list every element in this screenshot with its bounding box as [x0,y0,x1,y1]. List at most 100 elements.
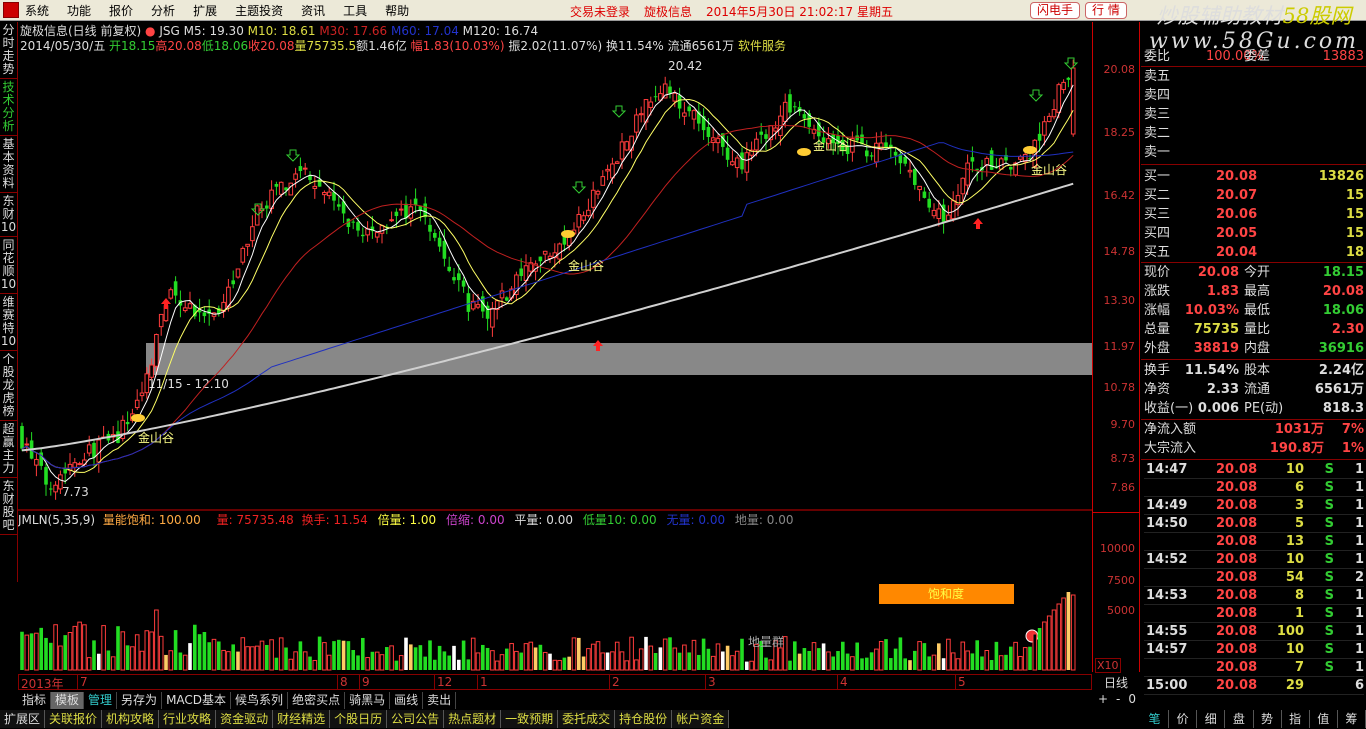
menu-item[interactable]: 功能 [67,2,91,19]
login-status[interactable]: 交易未登录 [570,3,630,20]
flow-value: 1031万 [1274,422,1324,437]
zoom-button[interactable]: - [1116,692,1120,706]
extension-tab[interactable]: 一致预期 [501,710,559,728]
extension-tab[interactable]: 扩展区 [0,710,46,728]
volume-bar [638,648,644,671]
volume-bar [586,648,591,671]
extension-tab[interactable]: 行业攻略 [159,710,217,728]
extension-tab[interactable]: 持仓股份 [615,710,673,728]
flash-trade-button[interactable]: 闪电手 [1030,2,1081,19]
zoom-button[interactable]: + [1098,692,1108,706]
side-tab[interactable]: 同花顺10 [0,237,17,294]
menu-item[interactable]: 系统 [25,2,49,19]
side-tab[interactable]: 分时走势 [0,22,17,79]
toolbar-button[interactable]: 绝密买点 [288,692,346,709]
extension-tab[interactable]: 机构攻略 [102,710,160,728]
volume-bar [745,661,749,670]
volume-bar [1022,647,1028,671]
detail-tab[interactable]: 筹 [1338,710,1366,728]
tick-volume: 13 [1285,534,1304,549]
side-tab[interactable]: 基本资料 [0,136,17,193]
tick-count: 2 [1354,570,1364,585]
toolbar-button[interactable]: 模板 [51,692,85,709]
volume-bar [653,653,658,670]
tick-count: 1 [1354,480,1364,495]
month-label: 2 [609,675,620,689]
zoom-button[interactable]: 0 [1128,692,1136,706]
price-band [146,343,1092,375]
extension-tab[interactable]: 热点题材 [444,710,502,728]
menu-item[interactable]: 资讯 [301,2,325,19]
detail-tab[interactable]: 盘 [1225,710,1254,728]
candle-body [288,182,294,196]
volume-bar [538,644,543,670]
side-tab[interactable]: 东财股吧 [0,478,17,535]
toolbar-button[interactable]: 指标 [18,692,52,709]
gold-valley-icon [1023,146,1037,154]
candle-body [927,198,931,208]
kline-chart[interactable]: 11/15 - 12.10 20.42 7.73 金山谷 金山谷 金山谷 金山谷… [18,20,1092,672]
volume-bar [1070,594,1076,671]
side-tab[interactable]: 东财10 [0,193,17,237]
volume-bar [389,645,394,671]
side-tab[interactable]: 超赢主力 [0,421,17,478]
menu-item[interactable]: 分析 [151,2,175,19]
extension-tab[interactable]: 财经精选 [273,710,331,728]
toolbar-button[interactable]: 骑黑马 [345,692,391,709]
menu-item[interactable]: 报价 [109,2,133,19]
extension-tab[interactable]: 个股日历 [330,710,388,728]
tick-row: 14:52 20.08 10 S 1 [1144,551,1364,569]
bid-price: 20.06 [1216,207,1258,222]
bid-row: 买五 20.04 18 [1144,244,1364,262]
extension-tab[interactable]: 资金驱动 [216,710,274,728]
fin-label: 换手 [1144,363,1171,378]
detail-tab[interactable]: 势 [1254,710,1282,728]
price-tick: 14.78 [1103,245,1136,258]
candle-body [394,211,399,217]
divider [1141,66,1366,67]
volume-bar [542,651,548,671]
quote-button[interactable]: 行 情 [1085,2,1127,19]
menu-item[interactable]: 工具 [343,2,367,19]
toolbar-button[interactable]: MACD基本 [162,692,232,709]
detail-tab[interactable]: 笔 [1141,710,1170,728]
menu-item[interactable]: 主题投资 [235,2,283,19]
period-label[interactable]: 日线 [1092,674,1140,691]
volume-bar [941,658,946,670]
menu-item[interactable]: 帮助 [385,2,409,19]
ask-label: 卖三 [1144,107,1171,122]
volume-bar [221,649,226,671]
volume-bar [1013,641,1018,671]
toolbar-button[interactable]: 卖出 [423,692,457,709]
toolbar-button[interactable]: 候鸟系列 [231,692,289,709]
extension-tab[interactable]: 关联报价 [45,710,103,728]
volume-bar [312,659,318,671]
toolbar-button[interactable]: 画线 [390,692,424,709]
candle-body [77,463,82,466]
toolbar-button[interactable]: 管理 [84,692,118,709]
tick-time: 14:55 [1146,624,1188,639]
volume-bar [989,660,994,670]
detail-tab[interactable]: 价 [1169,710,1198,728]
month-label: 1 [477,675,488,689]
detail-tab[interactable]: 值 [1310,710,1338,728]
tick-price: 20.08 [1216,642,1258,657]
side-tab[interactable]: 维赛特10 [0,294,17,351]
side-tab[interactable]: 技术分析 [0,79,17,136]
tick-volume: 3 [1294,498,1304,513]
tick-price: 20.08 [1216,678,1258,693]
candle-body [158,313,164,328]
detail-tab[interactable]: 细 [1197,710,1226,728]
extension-tab[interactable]: 委托成交 [558,710,616,728]
volume-bar [182,654,188,671]
volume-bar [442,651,447,670]
side-tab[interactable]: 个股龙虎榜 [0,351,17,421]
volume-bar [332,641,336,670]
detail-tab[interactable]: 指 [1282,710,1310,728]
volume-bar [672,647,678,671]
extension-tab[interactable]: 公司公告 [387,710,445,728]
menu-item[interactable]: 扩展 [193,2,217,19]
toolbar-button[interactable]: 另存为 [117,692,163,709]
volume-bar [1009,646,1013,670]
extension-tab[interactable]: 帐户资金 [672,710,730,728]
